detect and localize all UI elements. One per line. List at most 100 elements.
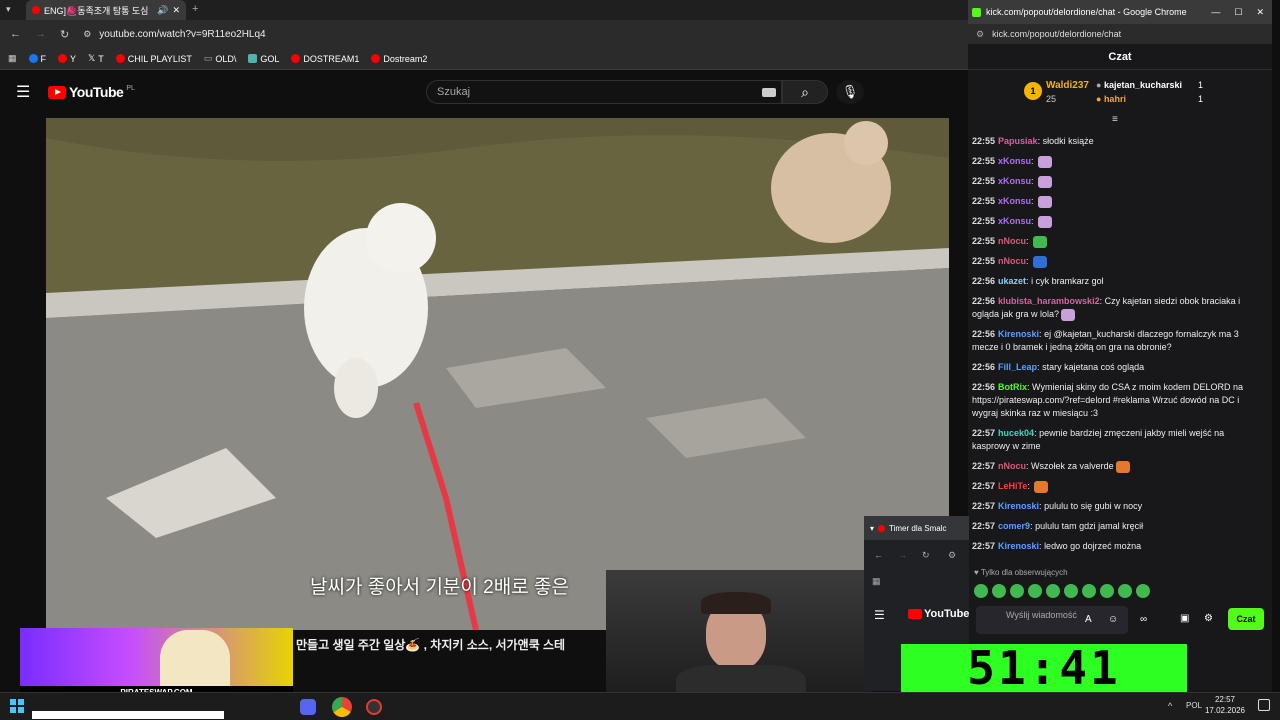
emote-button[interactable] — [1064, 584, 1078, 598]
translate-icon[interactable]: A — [1085, 614, 1092, 625]
chat-message[interactable]: 22:56 Kirenoski: ej @kajetan_kucharski dl… — [972, 328, 1262, 354]
site-info-icon[interactable]: ⚙ — [948, 550, 956, 561]
emote-button[interactable] — [1046, 584, 1060, 598]
tray-chevron-icon[interactable]: ^ — [1168, 701, 1172, 711]
url-field[interactable]: youtube.com/watch?v=9R11eo2HLq4 — [99, 29, 265, 40]
menu-icon[interactable]: ☰ — [874, 608, 885, 622]
chat-message[interactable]: 22:57 Kirenoski: ledwo go dojrzeć można — [972, 540, 1262, 553]
chat-url[interactable]: kick.com/popout/delordione/chat — [992, 29, 1121, 39]
forward-icon[interactable]: → — [898, 550, 907, 560]
youtube-logo[interactable]: YouTube PL — [48, 84, 135, 100]
bookmark-item[interactable]: F — [28, 54, 46, 64]
chat-message[interactable]: 22:57 Kirenoski: pululu to się gubi w noc… — [972, 500, 1262, 513]
reload-icon[interactable]: ↻ — [60, 28, 69, 41]
discord-icon[interactable] — [300, 699, 316, 715]
apps-grid-icon[interactable]: ▦ — [8, 53, 17, 64]
emoji-icon[interactable]: ☺ — [1108, 614, 1118, 625]
emote-button[interactable] — [1028, 584, 1042, 598]
message-username[interactable]: Papusiak — [998, 136, 1038, 146]
emote-button[interactable] — [1100, 584, 1114, 598]
emote-button[interactable] — [992, 584, 1006, 598]
new-tab-icon[interactable]: + — [192, 3, 198, 15]
chat-message[interactable]: 22:55 xKonsu: — [972, 175, 1262, 188]
send-chat-button[interactable]: Czat — [1228, 608, 1264, 630]
microphone-icon[interactable]: 🎙 — [836, 80, 864, 104]
youtube-logo[interactable]: YouTube — [908, 608, 969, 620]
browser-tab[interactable]: ENG]🧶동족조개 탐통 도심 🔊 ✕ — [26, 0, 186, 20]
close-window-icon[interactable]: ✕ — [1256, 7, 1264, 18]
message-username[interactable]: LeHiTe — [998, 481, 1027, 491]
bookmark-item[interactable]: 𝕏T — [88, 53, 104, 64]
message-username[interactable]: ukazet — [998, 276, 1026, 286]
message-username[interactable]: Fill_Leap — [998, 362, 1037, 372]
audio-icon[interactable]: 🔊 — [157, 5, 168, 16]
leaderboard-user[interactable]: ● kajetan_kucharski — [1096, 80, 1182, 90]
search-button[interactable]: ⌕ — [782, 80, 828, 104]
chrome-icon[interactable] — [332, 697, 352, 717]
chat-message[interactable]: 22:56 BotRix: Wymieniaj skiny do CSA z mo… — [972, 381, 1262, 420]
bookmark-item[interactable]: GOL — [248, 54, 279, 64]
chat-message[interactable]: 22:57 LeHiTe: — [972, 480, 1262, 493]
bookmark-item[interactable]: DOSTREAM1 — [291, 54, 359, 64]
close-tab-icon[interactable]: ✕ — [172, 5, 180, 16]
chat-message[interactable]: 22:55 xKonsu: — [972, 195, 1262, 208]
back-icon[interactable]: ← — [10, 28, 21, 40]
bookmark-item[interactable]: Y — [58, 54, 76, 64]
chat-message[interactable]: 22:56 Fill_Leap: stary kajetana coś ogląd… — [972, 361, 1262, 374]
windows-start-icon[interactable] — [10, 699, 24, 713]
notifications-icon[interactable] — [1258, 699, 1270, 711]
chat-message[interactable]: 22:55 nNocu: — [972, 235, 1262, 248]
message-username[interactable]: Kirenoski — [998, 541, 1039, 551]
leaderboard-user[interactable]: ● hahri — [1096, 94, 1126, 104]
tab-search-icon[interactable]: ▾ — [870, 524, 874, 533]
timer-tab-title[interactable]: Timer dla Smalc — [889, 524, 947, 533]
video-player[interactable] — [46, 118, 949, 630]
chat-message[interactable]: 22:57 nNocu: Wszołek za valverde — [972, 460, 1262, 473]
obs-icon[interactable] — [366, 699, 382, 715]
search-bar[interactable] — [32, 711, 224, 719]
message-username[interactable]: nNocu — [998, 236, 1026, 246]
message-username[interactable]: xKonsu — [998, 176, 1031, 186]
emote-button[interactable] — [1136, 584, 1150, 598]
taskbar-clock[interactable]: 22:57 17.02.2026 — [1200, 694, 1250, 718]
chat-message[interactable]: 22:55 xKonsu: — [972, 215, 1262, 228]
menu-icon[interactable]: ☰ — [16, 82, 30, 102]
chat-message[interactable]: 22:57 hucek04: pewnie bardziej zmęczeni j… — [972, 427, 1262, 453]
chat-input[interactable]: Wyślij wiadomość — [976, 606, 1128, 634]
back-icon[interactable]: ← — [874, 550, 883, 560]
message-username[interactable]: xKonsu — [998, 196, 1031, 206]
chat-message[interactable]: 22:55 Papusiak: słodki książe — [972, 135, 1262, 148]
site-info-icon[interactable]: ⚙ — [976, 29, 984, 40]
apps-grid-icon[interactable]: ▦ — [872, 576, 881, 587]
message-username[interactable]: comer9 — [998, 521, 1030, 531]
emote-button[interactable] — [1082, 584, 1096, 598]
gift-icon[interactable]: ▣ — [1180, 613, 1189, 624]
message-username[interactable]: klubista_harambowski2 — [998, 296, 1100, 306]
message-username[interactable]: xKonsu — [998, 156, 1031, 166]
settings-icon[interactable]: ⚙ — [1204, 613, 1213, 624]
chat-message[interactable]: 22:55 nNocu: — [972, 255, 1262, 268]
chat-message[interactable]: 22:56 ukazet: i cyk bramkarz gol — [972, 275, 1262, 288]
message-username[interactable]: nNocu — [998, 256, 1026, 266]
search-input[interactable]: Szukaj — [426, 80, 782, 104]
chat-message[interactable]: 22:57 comer9: pululu tam gdzi jamal kręci… — [972, 520, 1262, 533]
message-username[interactable]: BotRix — [998, 382, 1027, 392]
bookmark-item[interactable]: Dostream2 — [371, 54, 427, 64]
message-username[interactable]: nNocu — [998, 461, 1026, 471]
emote-button[interactable] — [1118, 584, 1132, 598]
expand-leaderboard-icon[interactable]: ≡ — [1112, 114, 1118, 125]
emote-button[interactable] — [974, 584, 988, 598]
leader-name[interactable]: Waldi237 — [1046, 80, 1089, 91]
minimize-icon[interactable]: — — [1211, 7, 1220, 17]
points-icon[interactable]: ∞ — [1140, 614, 1147, 625]
maximize-icon[interactable]: ☐ — [1234, 7, 1242, 18]
message-username[interactable]: Kirenoski — [998, 329, 1039, 339]
emote-button[interactable] — [1010, 584, 1024, 598]
bookmark-item[interactable]: ▭ OLD\ — [204, 53, 237, 64]
reload-icon[interactable]: ↻ — [922, 550, 930, 561]
chat-message[interactable]: 22:55 xKonsu: — [972, 155, 1262, 168]
message-username[interactable]: xKonsu — [998, 216, 1031, 226]
site-info-icon[interactable]: ⚙ — [83, 29, 91, 40]
bookmark-item[interactable]: CHIL PLAYLIST — [115, 54, 192, 64]
message-username[interactable]: Kirenoski — [998, 501, 1039, 511]
